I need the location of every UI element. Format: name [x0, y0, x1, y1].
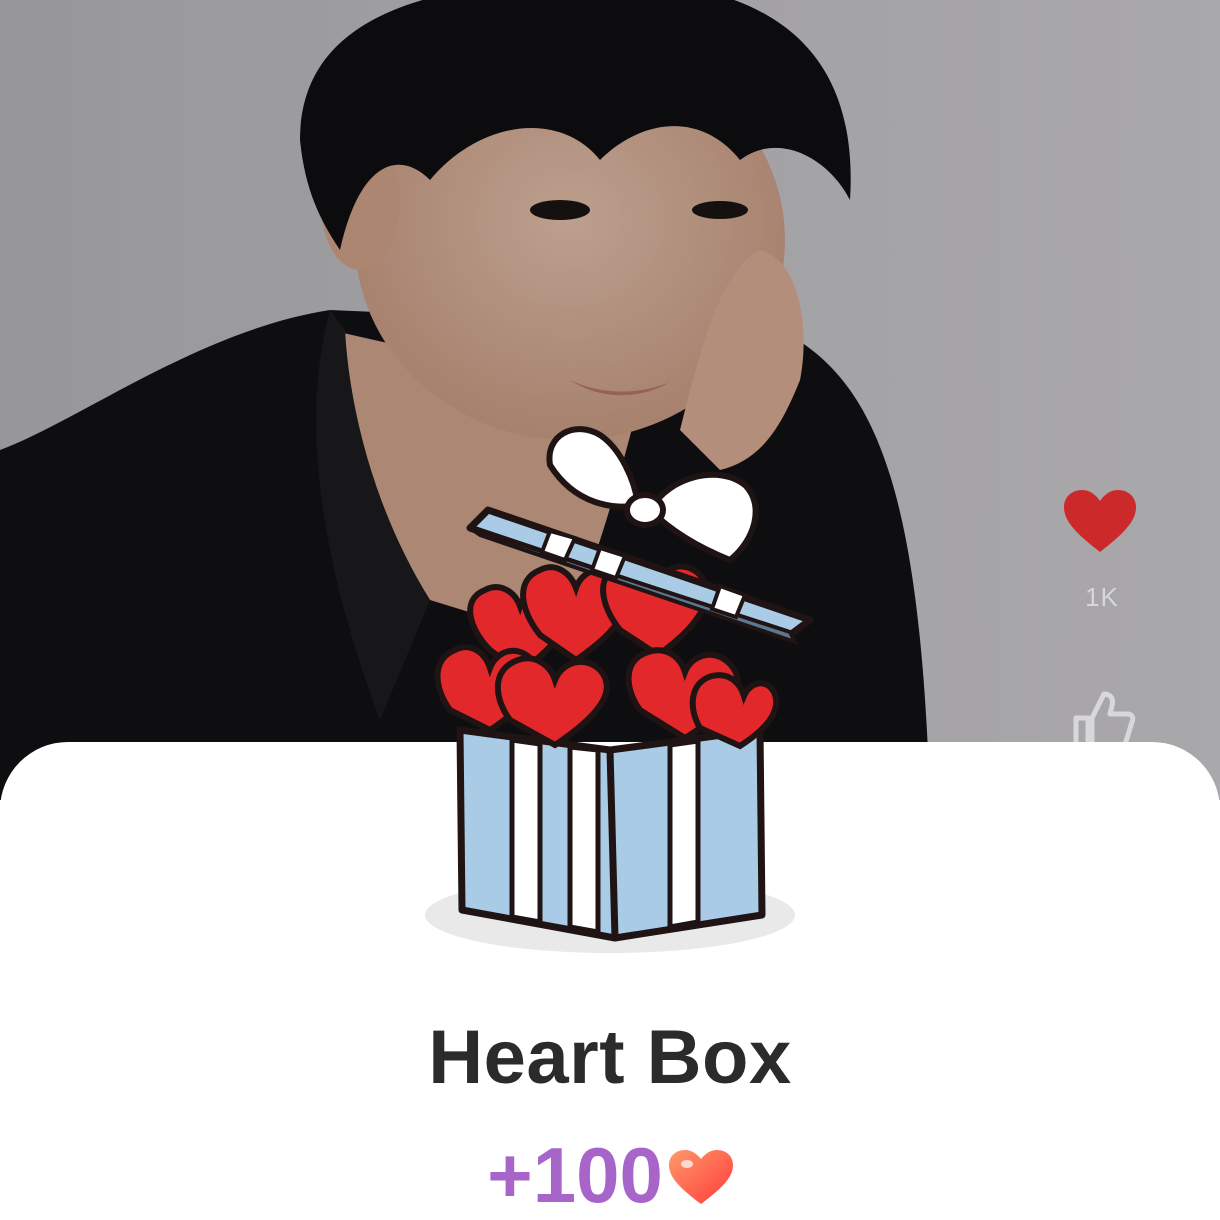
- heart-icon: [668, 1150, 733, 1204]
- heart-icon: [1064, 490, 1136, 552]
- gift-box-illustration: [400, 410, 820, 970]
- reward-title: Heart Box: [428, 1015, 792, 1100]
- like-count: 1K: [1085, 582, 1119, 612]
- reward-amount-row: +100: [0, 1130, 1220, 1220]
- gift-box-icon: [425, 426, 814, 953]
- reward-amount: +100: [487, 1131, 663, 1219]
- like-button[interactable]: [1064, 490, 1136, 554]
